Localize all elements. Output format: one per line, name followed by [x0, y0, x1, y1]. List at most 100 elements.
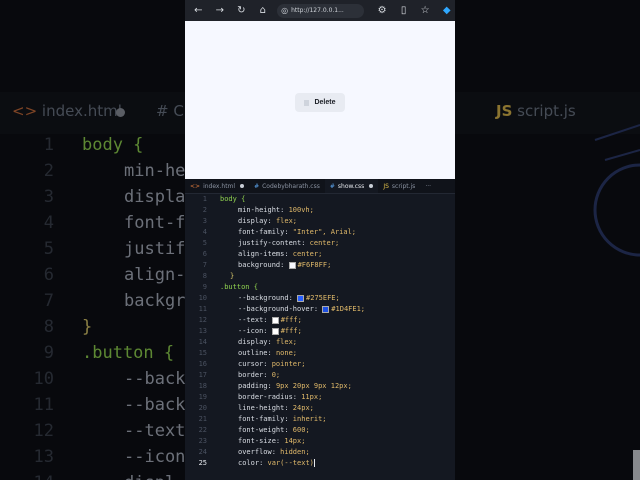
code-text: body {: [220, 195, 246, 203]
code-text: justify-content: center;: [238, 239, 340, 247]
line-number: 15: [198, 349, 207, 357]
code-text: .button {: [220, 283, 258, 291]
code-line: 12 --text: #fff;: [185, 315, 455, 326]
line-number: 24: [198, 448, 207, 456]
tab-label: script.js: [391, 182, 416, 190]
background-line-number: 10: [33, 369, 54, 389]
code-text: --icon: #fff;: [238, 327, 302, 335]
code-line: 14 display: flex;: [185, 337, 455, 348]
code-text: min-height: 100vh;: [238, 206, 314, 214]
background-code-text: --text: [124, 421, 186, 441]
background-code-text: body {: [82, 135, 144, 155]
refresh-icon[interactable]: ↻: [233, 2, 250, 20]
background-code-text: --icon: [124, 447, 186, 467]
extensions-icon[interactable]: ⚙: [374, 2, 391, 20]
code-editor: <> index.html # Codebybharath.css # show.css J…: [185, 179, 455, 480]
unsaved-dot: [240, 184, 245, 188]
css-file-icon: #: [329, 182, 335, 190]
code-text: font-weight: 600;: [238, 426, 310, 434]
code-text: font-family: "Inter", Arial;: [238, 228, 357, 236]
page-preview: Delete: [185, 21, 455, 179]
line-number: 23: [198, 437, 207, 445]
code-line: 6 align-items: center;: [185, 249, 455, 260]
line-number: 22: [198, 426, 207, 434]
url-text: http://127.0.0.1...: [291, 7, 344, 14]
background-line-number: 14: [22, 473, 54, 480]
tab-script-js[interactable]: JS script.js: [378, 179, 420, 193]
code-line: 5 justify-content: center;: [185, 238, 455, 249]
code-line: 17 border: 0;: [185, 370, 455, 381]
js-file-icon: JS: [383, 182, 389, 190]
code-text: border: 0;: [238, 371, 281, 379]
line-number: 17: [198, 371, 207, 379]
code-line: 7 background: #F6F8FF;: [185, 260, 455, 271]
delete-button[interactable]: Delete: [295, 93, 345, 112]
address-bar[interactable]: ◎ http://127.0.0.1...: [277, 3, 364, 18]
tab-show-css[interactable]: # show.css: [324, 179, 379, 193]
code-line: 3 display: flex;: [185, 216, 455, 227]
color-swatch[interactable]: [271, 316, 279, 324]
background-unsaved-dot: [116, 108, 125, 117]
code-text: }: [230, 272, 235, 280]
background-tab-c: # C: [156, 102, 184, 120]
html-file-icon: <>: [190, 182, 201, 190]
background-line-number: 11: [33, 395, 54, 415]
line-number: 9: [202, 283, 207, 291]
forward-icon[interactable]: →: [212, 2, 229, 20]
code-line: 22 font-weight: 600;: [185, 425, 455, 436]
more-tabs-icon[interactable]: ···: [420, 179, 436, 193]
code-text: font-size: 14px;: [238, 437, 306, 445]
favorites-icon[interactable]: ☆: [417, 2, 434, 20]
copilot-icon[interactable]: ◆: [438, 2, 455, 20]
color-swatch[interactable]: [288, 261, 296, 269]
background-code-text: backgr: [124, 291, 186, 311]
tab-codebybharath-css[interactable]: # Codebybharath.css: [249, 179, 325, 193]
code-text: padding: 9px 20px 9px 12px;: [238, 382, 352, 390]
background-code-text: displa: [124, 187, 186, 207]
background-line-number: 1: [43, 135, 54, 155]
color-swatch[interactable]: [322, 305, 330, 313]
home-icon[interactable]: ⌂: [255, 2, 272, 20]
line-number: 13: [198, 327, 207, 335]
line-number: 8: [202, 272, 207, 280]
tab-label: index.html: [203, 182, 236, 190]
background-tab-script: JS script.js: [496, 102, 576, 120]
code-line: 19 border-radius: 11px;: [185, 392, 455, 403]
code-line: 25 color: var(--text): [185, 458, 455, 469]
line-number: 18: [198, 382, 207, 390]
background-code-text: .button {: [82, 343, 175, 363]
code-text: --background-hover: #1D4FE1;: [238, 305, 366, 313]
line-number: 25: [198, 459, 207, 467]
background-code-text: min-he: [124, 161, 186, 181]
code-line: 21 font-family: inherit;: [185, 414, 455, 425]
tab-label: Codebybharath.css: [262, 182, 320, 190]
tab-label: show.css: [337, 182, 365, 190]
code-line: 18 padding: 9px 20px 9px 12px;: [185, 381, 455, 392]
background-line-number: 6: [43, 265, 54, 285]
code-line: 24 overflow: hidden;: [185, 447, 455, 458]
line-number: 2: [202, 206, 207, 214]
split-view-icon[interactable]: ▯: [395, 2, 412, 20]
background-line-number: 12: [33, 421, 54, 441]
code-line: 16 cursor: pointer;: [185, 359, 455, 370]
line-number: 6: [202, 250, 207, 258]
code-text: --background: #275EFE;: [238, 294, 340, 302]
background-line-number: 4: [43, 213, 54, 233]
line-number: 5: [202, 239, 207, 247]
code-line: 13 --icon: #fff;: [185, 326, 455, 337]
back-icon[interactable]: ←: [190, 2, 207, 20]
line-number: 12: [198, 316, 207, 324]
background-line-number: 7: [43, 291, 54, 311]
line-number: 21: [198, 415, 207, 423]
phone-screen: ← → ↻ ⌂ ◎ http://127.0.0.1... ⚙ ▯ ☆ ◆ De…: [185, 0, 455, 480]
line-number: 1: [202, 195, 207, 203]
background-code-text: }: [82, 317, 93, 337]
code-text: display: flex;: [238, 338, 298, 346]
color-swatch[interactable]: [297, 294, 305, 302]
css-file-icon: #: [254, 182, 260, 190]
color-swatch[interactable]: [271, 327, 279, 335]
tab-index-html[interactable]: <> index.html: [185, 179, 249, 193]
code-text: border-radius: 11px;: [238, 393, 323, 401]
code-text: color: var(--text): [238, 459, 315, 467]
code-line: 8}: [185, 271, 455, 282]
